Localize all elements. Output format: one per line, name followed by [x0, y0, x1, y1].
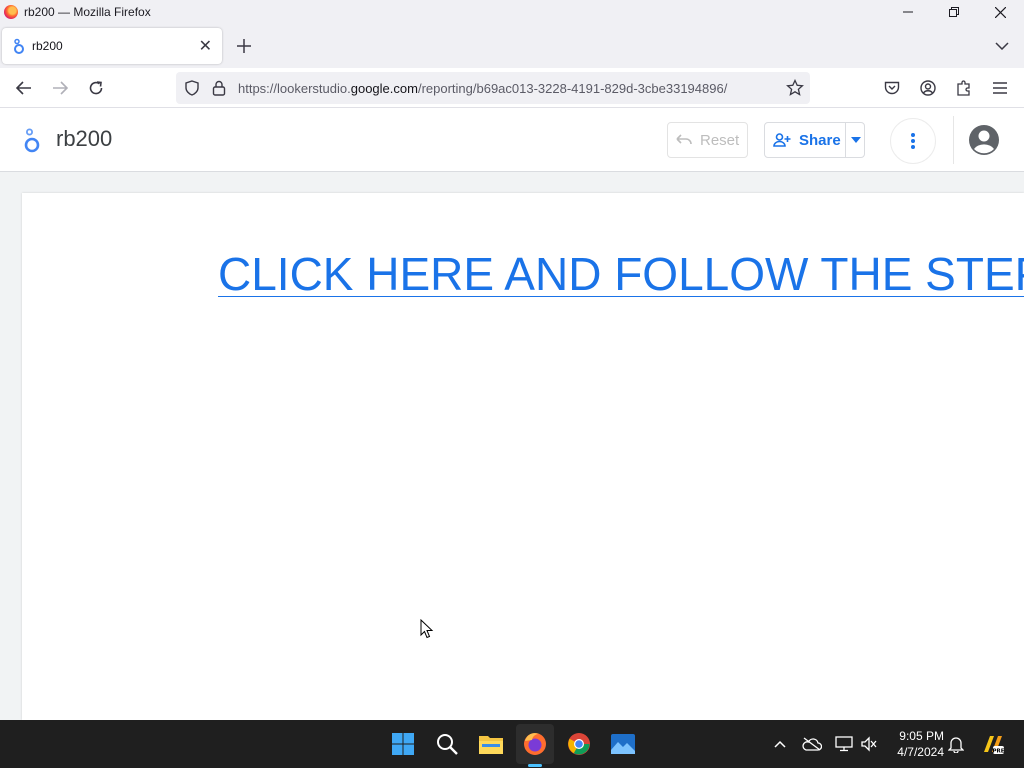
window-titlebar: rb200 — Mozilla Firefox	[0, 0, 1024, 24]
window-title: rb200 — Mozilla Firefox	[24, 5, 151, 19]
restore-button[interactable]	[931, 0, 977, 24]
account-button[interactable]	[914, 74, 942, 102]
follow-steps-link[interactable]: CLICK HERE AND FOLLOW THE STEPS	[218, 247, 1024, 301]
close-icon	[994, 6, 1006, 18]
report-header: rb200 Reset Share	[0, 108, 1024, 172]
new-tab-button[interactable]	[232, 34, 256, 58]
user-avatar[interactable]	[968, 124, 1000, 156]
firefox-icon	[4, 5, 18, 19]
add-person-icon	[773, 133, 791, 147]
account-icon	[920, 80, 936, 96]
network-icon[interactable]	[832, 732, 856, 756]
more-vertical-icon	[911, 133, 915, 149]
header-divider	[953, 116, 954, 164]
report-canvas-area: CLICK HERE AND FOLLOW THE STEPS	[0, 172, 1024, 720]
photos-icon[interactable]	[607, 728, 639, 760]
reload-button[interactable]	[82, 74, 110, 102]
chrome-icon[interactable]	[563, 728, 595, 760]
tab-strip: rb200 ✕	[0, 24, 1024, 68]
clock-time: 9:05 PM	[899, 729, 944, 743]
reload-icon	[89, 81, 103, 95]
reset-button[interactable]: Reset	[667, 122, 748, 158]
share-button[interactable]: Share	[764, 122, 865, 158]
copilot-icon[interactable]: PRE	[980, 732, 1004, 756]
restore-icon	[949, 7, 959, 17]
bookmark-star-icon[interactable]	[786, 79, 804, 97]
pocket-icon	[884, 81, 900, 95]
lock-icon[interactable]	[212, 80, 226, 96]
search-icon[interactable]	[431, 728, 463, 760]
account-circle-icon	[969, 125, 999, 155]
tab-close-icon[interactable]: ✕	[199, 36, 212, 56]
undo-icon	[676, 134, 692, 145]
chevron-up-icon	[774, 740, 786, 748]
share-dropdown-button[interactable]	[845, 123, 865, 157]
reset-label: Reset	[700, 131, 740, 149]
url-bar[interactable]: https://lookerstudio.google.com/reportin…	[176, 72, 810, 104]
navigation-toolbar: https://lookerstudio.google.com/reportin…	[0, 68, 1024, 108]
report-title[interactable]: rb200	[56, 126, 112, 152]
arrow-left-icon	[16, 81, 31, 95]
onedrive-icon[interactable]	[800, 732, 824, 756]
list-all-tabs-button[interactable]	[990, 34, 1014, 58]
arrow-right-icon	[53, 81, 68, 95]
minimize-icon	[903, 11, 913, 13]
menu-button[interactable]	[986, 74, 1014, 102]
mouse-pointer-icon	[420, 619, 434, 639]
hamburger-icon	[993, 82, 1007, 94]
tab-rb200[interactable]: rb200 ✕	[2, 28, 222, 64]
windows-taskbar: 9:05 PM 4/7/2024 PRE	[0, 720, 1024, 768]
chevron-down-icon	[995, 42, 1009, 50]
shield-icon[interactable]	[184, 80, 200, 96]
url-text[interactable]: https://lookerstudio.google.com/reportin…	[238, 81, 776, 96]
notifications-icon[interactable]	[944, 732, 968, 756]
extensions-button[interactable]	[950, 74, 978, 102]
puzzle-icon	[957, 80, 970, 96]
pocket-button[interactable]	[878, 74, 906, 102]
plus-icon	[237, 39, 251, 53]
file-explorer-icon[interactable]	[475, 728, 507, 760]
back-button[interactable]	[10, 74, 38, 102]
windows-start-icon[interactable]	[387, 728, 419, 760]
looker-studio-icon	[12, 38, 26, 54]
share-label: Share	[799, 131, 841, 149]
close-window-button[interactable]	[977, 0, 1023, 24]
active-app-indicator	[528, 764, 542, 767]
tab-label: rb200	[32, 39, 63, 53]
caret-down-icon	[850, 137, 861, 143]
looker-studio-logo-icon	[22, 126, 42, 154]
volume-muted-icon[interactable]	[857, 732, 881, 756]
clock-date: 4/7/2024	[897, 745, 944, 759]
svg-text:PRE: PRE	[992, 749, 1004, 755]
forward-button[interactable]	[46, 74, 74, 102]
system-clock[interactable]: 9:05 PM 4/7/2024	[888, 728, 944, 760]
minimize-button[interactable]	[885, 0, 931, 24]
show-hidden-icons-button[interactable]	[768, 732, 792, 756]
report-page: CLICK HERE AND FOLLOW THE STEPS	[22, 193, 1024, 720]
firefox-icon[interactable]	[519, 728, 551, 760]
more-options-button[interactable]	[890, 118, 936, 164]
